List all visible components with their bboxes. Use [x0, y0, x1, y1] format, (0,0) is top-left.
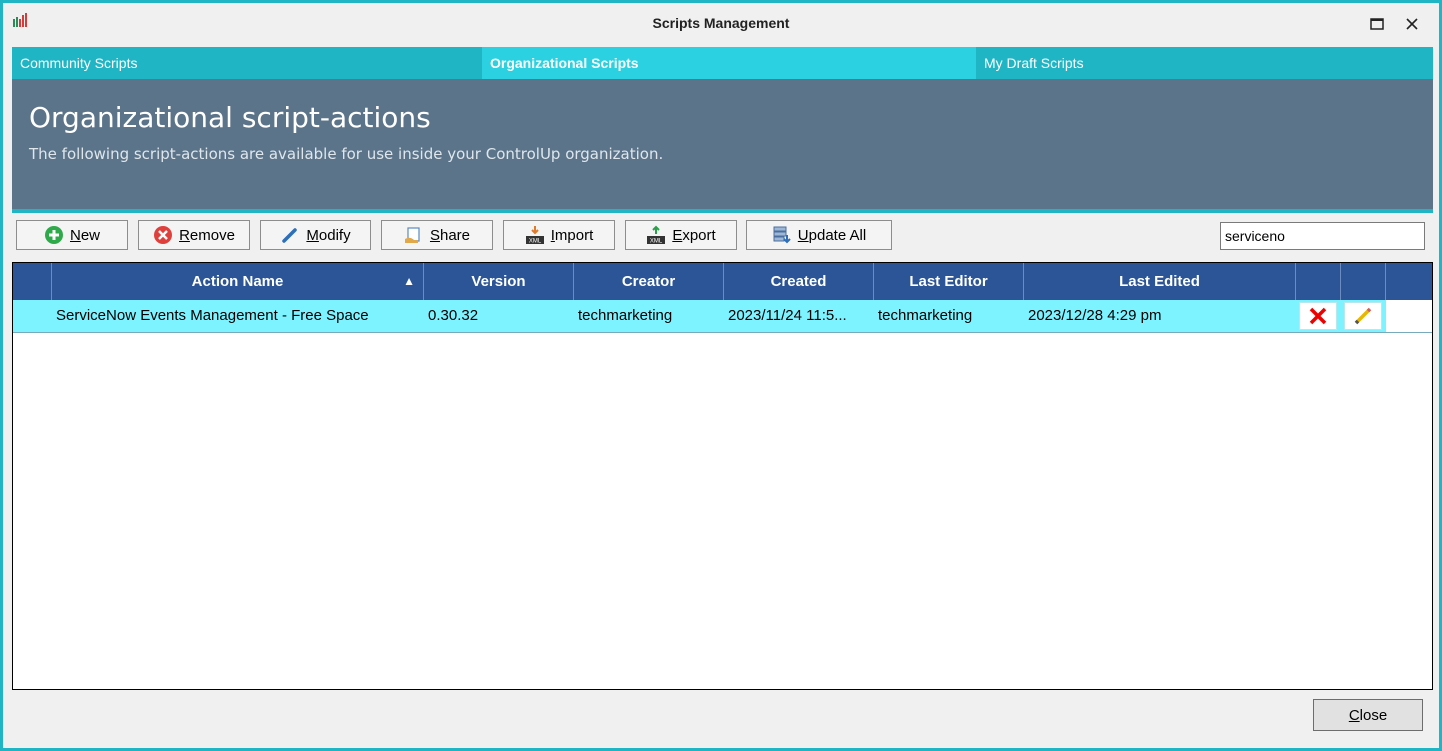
- header-banner: Organizational script-actions The follow…: [12, 79, 1433, 209]
- remove-circle-icon: [154, 226, 173, 244]
- cell-version: 0.30.32: [428, 307, 479, 324]
- plus-circle-icon: [44, 226, 63, 244]
- share-button[interactable]: Share: [381, 220, 493, 250]
- column-header-edit: [1341, 263, 1386, 300]
- tab-organizational-scripts[interactable]: Organizational Scripts: [482, 47, 976, 79]
- edit-row-button[interactable]: [1344, 302, 1382, 330]
- grid-header: Action Name ▲ Version Creator Created La…: [13, 263, 1432, 300]
- cell-last-edited: 2023/12/28 4:29 pm: [1028, 307, 1162, 324]
- update-icon: [773, 226, 791, 244]
- column-header-last-edited[interactable]: Last Edited: [1024, 263, 1296, 300]
- remove-button-label: Remove: [179, 226, 235, 244]
- import-button-label: Import: [550, 226, 594, 244]
- search-input[interactable]: [1220, 222, 1425, 250]
- update-all-button[interactable]: Update All: [746, 220, 892, 250]
- close-icon: [1406, 18, 1418, 30]
- maximize-icon: [1370, 18, 1384, 30]
- modify-button-label: Modify: [306, 226, 351, 244]
- pencil-icon: [282, 228, 298, 243]
- pencil-icon: [1354, 307, 1372, 325]
- remove-button[interactable]: Remove: [138, 220, 250, 250]
- new-button-label: New: [69, 226, 101, 244]
- xml-import-icon: XML: [525, 226, 544, 245]
- export-button[interactable]: XML Export: [625, 220, 737, 250]
- cell-action-name: ServiceNow Events Management - Free Spac…: [56, 307, 369, 324]
- import-button[interactable]: XML Import: [503, 220, 615, 250]
- tab-my-draft-scripts[interactable]: My Draft Scripts: [976, 47, 1433, 79]
- column-header-created[interactable]: Created: [724, 263, 874, 300]
- title-bar: Scripts Management: [3, 3, 1439, 43]
- export-button-label: Export: [672, 226, 716, 244]
- column-header-extra: [1386, 263, 1432, 300]
- window-title: Scripts Management: [652, 15, 790, 31]
- table-row[interactable]: ServiceNow Events Management - Free Spac…: [13, 300, 1432, 333]
- banner-title: Organizational script-actions: [29, 101, 431, 134]
- svg-text:XML: XML: [650, 239, 663, 245]
- cell-creator: techmarketing: [578, 307, 673, 324]
- close-button[interactable]: Close: [1313, 699, 1423, 731]
- red-x-icon: [1309, 307, 1327, 325]
- column-header-creator[interactable]: Creator: [574, 263, 724, 300]
- modify-button[interactable]: Modify: [260, 220, 371, 250]
- banner-subtitle: The following script-actions are availab…: [29, 145, 664, 163]
- tab-bar: Community Scripts Organizational Scripts…: [12, 47, 1433, 79]
- xml-export-icon: XML: [647, 225, 666, 245]
- cell-created: 2023/11/24 11:5...: [728, 307, 847, 324]
- close-window-button[interactable]: [1401, 13, 1423, 35]
- update-all-button-label: Update All: [797, 226, 867, 244]
- scripts-grid: Action Name ▲ Version Creator Created La…: [12, 262, 1433, 690]
- maximize-button[interactable]: [1366, 13, 1388, 35]
- new-button[interactable]: New: [16, 220, 128, 250]
- column-header-version[interactable]: Version: [424, 263, 574, 300]
- column-header-select: [13, 263, 52, 300]
- svg-text:XML: XML: [529, 239, 542, 245]
- banner-divider: [12, 209, 1433, 213]
- column-header-action-name[interactable]: Action Name ▲: [52, 263, 424, 300]
- delete-row-button[interactable]: [1299, 302, 1337, 330]
- column-header-last-editor[interactable]: Last Editor: [874, 263, 1024, 300]
- close-button-label: Close: [1348, 706, 1388, 724]
- tab-community-scripts[interactable]: Community Scripts: [12, 47, 482, 79]
- share-icon: [404, 227, 420, 243]
- sort-ascending-icon: ▲: [403, 274, 415, 288]
- share-button-label: Share: [429, 226, 471, 244]
- column-header-delete: [1296, 263, 1341, 300]
- scripts-management-window: Scripts Management Community Scripts Org…: [3, 3, 1439, 748]
- cell-extra: [1386, 300, 1432, 332]
- cell-last-editor: techmarketing: [878, 307, 973, 324]
